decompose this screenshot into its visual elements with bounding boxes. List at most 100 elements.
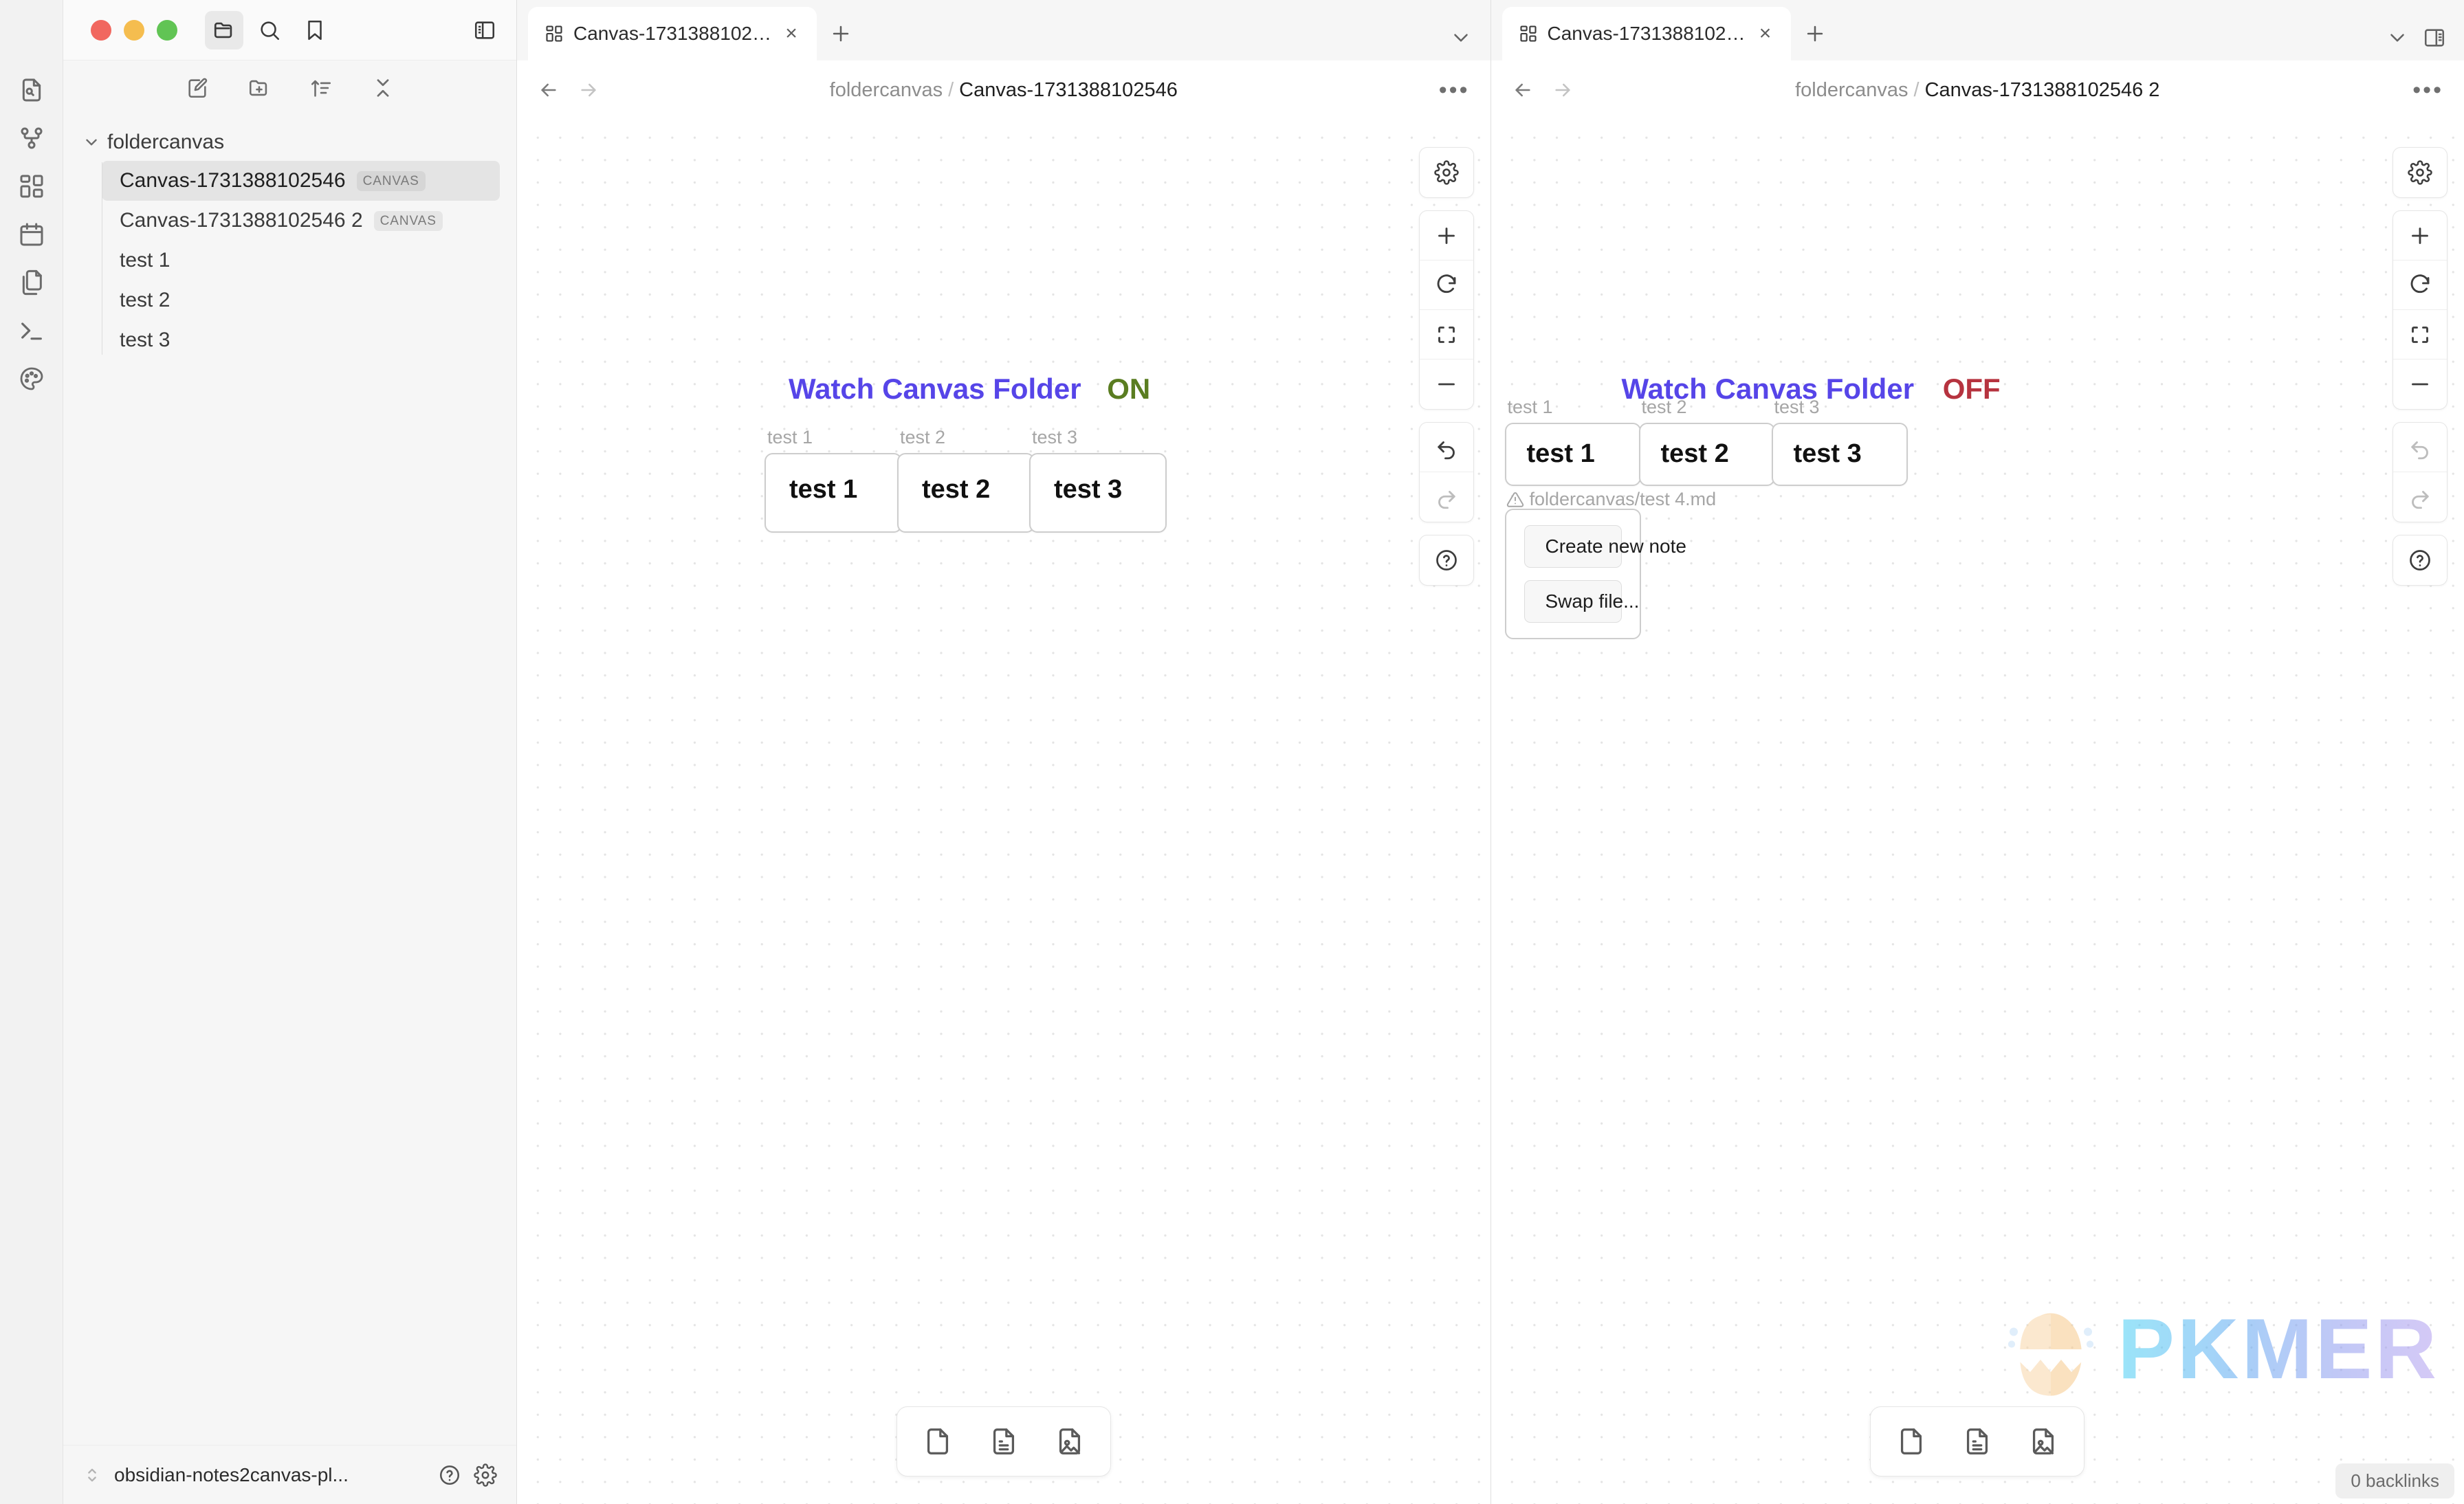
redo-icon[interactable]	[1420, 472, 1473, 522]
tree-item-label: test 1	[120, 249, 170, 272]
add-media-icon[interactable]	[1042, 1417, 1098, 1466]
canvas-title-state: OFF	[1942, 373, 2001, 405]
tree-item-test-1[interactable]: test 1	[102, 241, 500, 280]
breadcrumb-file[interactable]: Canvas-1731388102546 2	[1925, 79, 2160, 101]
pkmer-watermark-text: PKMER	[2118, 1302, 2439, 1397]
new-tab-button[interactable]	[817, 7, 865, 60]
add-media-icon[interactable]	[2015, 1417, 2071, 1466]
swap-file-button[interactable]: Swap file...	[1524, 580, 1639, 623]
tree-item-test-3[interactable]: test 3	[102, 320, 500, 360]
tab-list-dropdown-icon[interactable]	[2386, 26, 2409, 49]
canvas-node-test-1[interactable]: test 1 test 1	[1504, 397, 1641, 486]
back-icon[interactable]	[1512, 79, 1534, 101]
tab-canvas-2[interactable]: Canvas-17313881025... ×	[1502, 7, 1791, 60]
reset-zoom-icon[interactable]	[1419, 261, 1473, 310]
sort-icon[interactable]	[305, 72, 337, 104]
tree-item-canvas-1[interactable]: Canvas-1731388102546 CANVAS	[102, 161, 500, 201]
tabbar-right-left-pane	[1449, 26, 1490, 60]
nav-arrows	[538, 79, 600, 101]
tree-children: Canvas-1731388102546 CANVAS Canvas-17313…	[102, 161, 516, 360]
back-icon[interactable]	[538, 79, 560, 101]
create-new-note-button[interactable]: Create new note	[1524, 525, 1686, 568]
workspace: Canvas-17313881025... × foldercanvas / C…	[517, 0, 2464, 1504]
reset-zoom-icon[interactable]	[2393, 261, 2447, 310]
help-icon[interactable]	[2393, 535, 2447, 585]
files-icon[interactable]	[8, 258, 56, 307]
zoom-in-icon[interactable]	[1419, 211, 1473, 261]
file-search-icon[interactable]	[8, 66, 56, 114]
new-tab-button[interactable]	[1791, 7, 1839, 60]
canvas-icon[interactable]	[8, 162, 56, 210]
canvas-node-test-2[interactable]: test 2 test 2	[1638, 397, 1775, 486]
missing-file-actions: Create new note Swap file...	[1504, 509, 1686, 639]
help-icon[interactable]	[1420, 535, 1473, 585]
add-card-icon[interactable]	[910, 1417, 966, 1466]
fit-to-screen-icon[interactable]	[1419, 310, 1473, 360]
close-icon[interactable]: ×	[781, 23, 802, 44]
sidebar-right-toggle-icon[interactable]	[2423, 26, 2446, 49]
tree-item-canvas-2[interactable]: Canvas-1731388102546 2 CANVAS	[102, 201, 500, 241]
tree-item-test-2[interactable]: test 2	[102, 280, 500, 320]
canvas-left[interactable]: Watch Canvas Folder ON test 1 test 1 tes…	[517, 120, 1490, 1504]
canvas-settings-icon[interactable]	[1420, 148, 1473, 197]
sidebar-left-toggle-icon[interactable]	[465, 11, 504, 49]
forward-icon[interactable]	[578, 79, 600, 101]
tab-list-dropdown-icon[interactable]	[1449, 26, 1473, 49]
breadcrumb-folder[interactable]: foldercanvas	[830, 79, 943, 101]
graph-view-icon[interactable]	[8, 114, 56, 162]
bookmark-icon[interactable]	[296, 11, 334, 49]
status-bar: obsidian-notes2canvas-pl...	[63, 1445, 516, 1504]
node-text: test 3	[1054, 475, 1123, 504]
more-options-icon[interactable]: •••	[2412, 78, 2443, 102]
palette-icon[interactable]	[8, 355, 56, 403]
active-plugin-name: obsidian-notes2canvas-pl...	[114, 1463, 349, 1485]
redo-icon[interactable]	[2393, 472, 2447, 522]
collapse-all-icon[interactable]	[367, 72, 399, 104]
zoom-out-icon[interactable]	[1420, 360, 1473, 409]
canvas-right[interactable]: Watch Canvas Folder OFF test 1 test 1 te…	[1490, 120, 2464, 1504]
zoom-out-icon[interactable]	[2393, 360, 2447, 409]
gear-icon[interactable]	[474, 1463, 497, 1487]
left-ribbon	[0, 0, 63, 1504]
add-note-icon[interactable]	[1949, 1417, 2005, 1466]
node-label: test 1	[1507, 397, 1553, 417]
node-label: test 3	[1774, 397, 1820, 417]
fit-to-screen-icon[interactable]	[2393, 310, 2447, 360]
pane-left: Canvas-17313881025... × foldercanvas / C…	[517, 0, 1491, 1504]
add-note-icon[interactable]	[976, 1417, 1032, 1466]
forward-icon[interactable]	[1552, 79, 1574, 101]
more-options-icon[interactable]: •••	[1439, 78, 1470, 102]
canvas-node-test-3[interactable]: test 3 test 3	[1029, 427, 1167, 533]
undo-icon[interactable]	[1419, 423, 1473, 472]
canvas-node-test-3[interactable]: test 3 test 3	[1771, 397, 1908, 486]
tab-canvas-1[interactable]: Canvas-17313881025... ×	[528, 7, 817, 60]
help-circle-icon[interactable]	[438, 1463, 461, 1487]
canvas-node-test-1[interactable]: test 1 test 1	[764, 427, 902, 533]
file-type-badge: CANVAS	[373, 210, 443, 231]
tabbar-right-right-pane	[2386, 26, 2464, 60]
zoom-in-icon[interactable]	[2393, 211, 2447, 261]
canvas-node-test-2[interactable]: test 2 test 2	[897, 427, 1035, 533]
window-titlebar	[63, 0, 516, 60]
terminal-icon[interactable]	[8, 307, 56, 355]
search-icon[interactable]	[250, 11, 289, 49]
close-icon[interactable]: ×	[1755, 23, 1776, 44]
undo-icon[interactable]	[2393, 423, 2447, 472]
breadcrumb-folder[interactable]: foldercanvas	[1795, 79, 1908, 101]
maximize-window-button[interactable]	[157, 19, 177, 41]
backlinks-status[interactable]: 0 backlinks	[2335, 1463, 2454, 1499]
minimize-window-button[interactable]	[124, 19, 144, 41]
new-note-icon[interactable]	[182, 72, 213, 104]
breadcrumb-file[interactable]: Canvas-1731388102546	[959, 79, 1178, 101]
add-card-icon[interactable]	[1883, 1417, 1939, 1466]
new-folder-icon[interactable]	[243, 72, 275, 104]
missing-file-path: foldercanvas/test 4.md	[1529, 489, 1717, 509]
breadcrumb-separator: /	[948, 78, 954, 101]
close-window-button[interactable]	[91, 19, 111, 41]
calendar-icon[interactable]	[8, 210, 56, 258]
sort-toggle-icon[interactable]	[82, 1466, 102, 1485]
folder-icon[interactable]	[205, 10, 243, 49]
tabbar-left: Canvas-17313881025... ×	[517, 0, 1490, 60]
tree-folder-foldercanvas[interactable]: foldercanvas	[63, 124, 516, 161]
canvas-settings-icon[interactable]	[2393, 148, 2447, 197]
